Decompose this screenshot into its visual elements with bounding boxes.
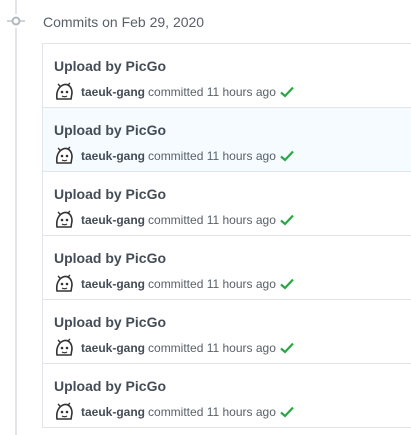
commit-author-link[interactable]: taeuk-gang	[81, 341, 145, 355]
commit-history-page: Commits on Feb 29, 2020 Upload by PicGo …	[0, 0, 411, 435]
check-icon[interactable]	[280, 342, 294, 354]
commit-row[interactable]: Upload by PicGo taeuk-gang committed 11 …	[43, 172, 411, 236]
commit-time: 11 hours ago	[206, 405, 276, 419]
commit-title-link[interactable]: Upload by PicGo	[54, 121, 411, 139]
commit-row[interactable]: Upload by PicGo taeuk-gang committed 11 …	[43, 300, 411, 364]
git-commit-icon	[7, 14, 25, 28]
check-icon[interactable]	[280, 278, 294, 290]
commit-list: Upload by PicGo taeuk-gang committed 11 …	[42, 43, 411, 428]
commit-author-link[interactable]: taeuk-gang	[81, 149, 145, 163]
commit-meta: taeuk-gang committed 11 hours ago	[54, 210, 411, 230]
commit-time: 11 hours ago	[206, 277, 276, 291]
commit-action: committed	[148, 277, 204, 291]
timeline-line	[15, 0, 17, 435]
avatar[interactable]	[54, 146, 74, 166]
commit-action: committed	[148, 85, 204, 99]
check-icon[interactable]	[280, 406, 294, 418]
commit-author-link[interactable]: taeuk-gang	[81, 85, 145, 99]
check-icon[interactable]	[280, 86, 294, 98]
commit-title-link[interactable]: Upload by PicGo	[54, 185, 411, 203]
commit-row[interactable]: Upload by PicGo taeuk-gang committed 11 …	[43, 44, 411, 108]
commit-time: 11 hours ago	[206, 85, 276, 99]
commit-title-link[interactable]: Upload by PicGo	[54, 249, 411, 267]
commit-author-link[interactable]: taeuk-gang	[81, 277, 145, 291]
commit-action: committed	[148, 405, 204, 419]
commit-row[interactable]: Upload by PicGo taeuk-gang committed 11 …	[43, 236, 411, 300]
commit-meta: taeuk-gang committed 11 hours ago	[54, 146, 411, 166]
avatar[interactable]	[54, 274, 74, 294]
commit-time: 11 hours ago	[206, 213, 276, 227]
commit-title-link[interactable]: Upload by PicGo	[54, 57, 411, 75]
avatar[interactable]	[54, 338, 74, 358]
commit-author-link[interactable]: taeuk-gang	[81, 405, 145, 419]
commit-group-title: Commits on Feb 29, 2020	[43, 14, 205, 30]
commit-time: 11 hours ago	[206, 149, 276, 163]
check-icon[interactable]	[280, 214, 294, 226]
commit-meta: taeuk-gang committed 11 hours ago	[54, 338, 411, 358]
check-icon[interactable]	[280, 150, 294, 162]
commit-row[interactable]: Upload by PicGo taeuk-gang committed 11 …	[43, 108, 411, 172]
avatar[interactable]	[54, 210, 74, 230]
avatar[interactable]	[54, 402, 74, 422]
commit-action: committed	[148, 341, 204, 355]
commit-action: committed	[148, 213, 204, 227]
commit-action: committed	[148, 149, 204, 163]
commit-author-link[interactable]: taeuk-gang	[81, 213, 145, 227]
commit-meta: taeuk-gang committed 11 hours ago	[54, 274, 411, 294]
commit-row[interactable]: Upload by PicGo taeuk-gang committed 11 …	[43, 364, 411, 428]
commit-time: 11 hours ago	[206, 341, 276, 355]
commit-meta: taeuk-gang committed 11 hours ago	[54, 82, 411, 102]
commit-title-link[interactable]: Upload by PicGo	[54, 377, 411, 395]
commit-meta: taeuk-gang committed 11 hours ago	[54, 402, 411, 422]
commit-title-link[interactable]: Upload by PicGo	[54, 313, 411, 331]
avatar[interactable]	[54, 82, 74, 102]
